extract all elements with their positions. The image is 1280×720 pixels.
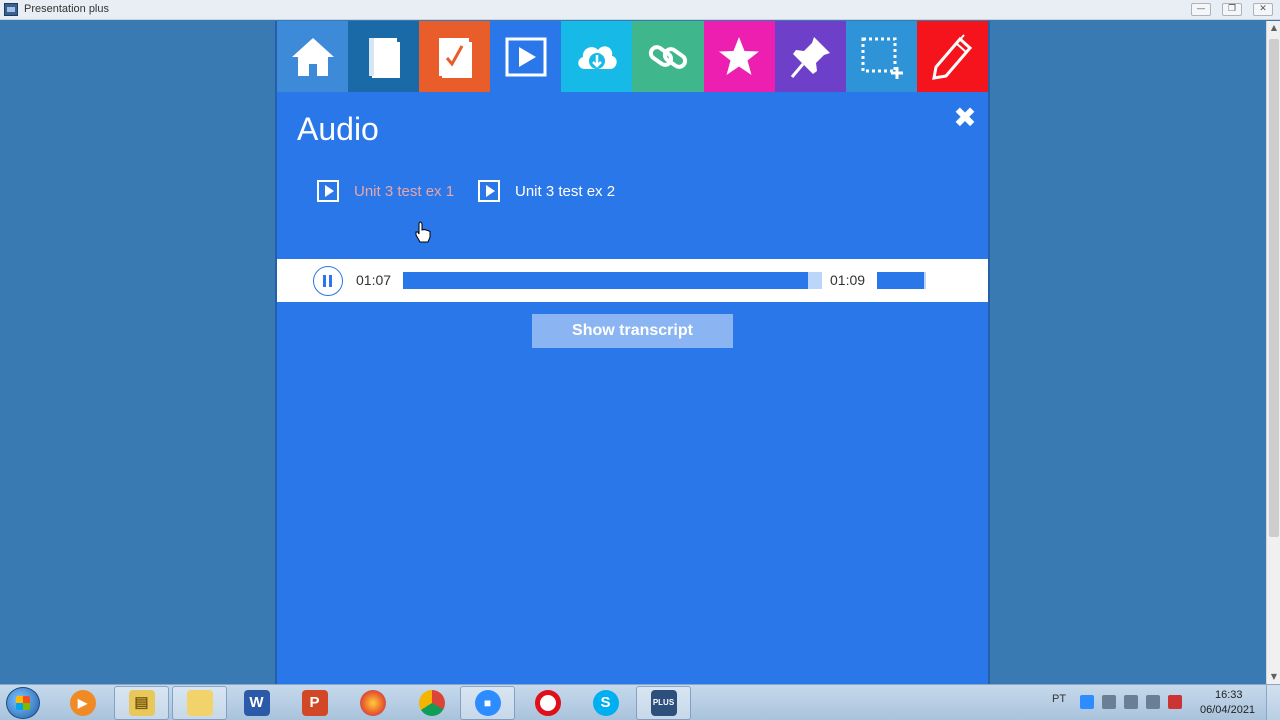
audio-player: 01:07 01:09 xyxy=(277,259,988,302)
hand-cursor-icon xyxy=(415,221,431,243)
close-audio-icon[interactable]: ✖ xyxy=(950,103,980,133)
chrome-icon xyxy=(418,690,445,716)
maximize-button[interactable]: ❐ xyxy=(1222,3,1242,16)
track-label[interactable]: Unit 3 test ex 1 xyxy=(354,180,464,203)
window-title: Presentation plus xyxy=(24,3,109,15)
track-label[interactable]: Unit 3 test ex 2 xyxy=(515,180,625,203)
clock-time[interactable]: 16:33 xyxy=(1215,689,1243,701)
track-unit3-ex2[interactable]: Unit 3 test ex 2 xyxy=(478,180,625,203)
system-tray xyxy=(1080,695,1182,709)
close-window-button[interactable]: ✕ xyxy=(1253,3,1273,16)
toolbar-book[interactable] xyxy=(348,21,420,92)
vertical-scrollbar[interactable]: ▲ ▼ xyxy=(1266,21,1280,684)
toolbar-test[interactable] xyxy=(419,21,491,92)
toolbar-pencil[interactable] xyxy=(916,21,988,92)
app-icon xyxy=(4,3,18,16)
taskbar-file-explorer[interactable]: ▤ xyxy=(114,686,169,720)
zoom-tray-icon[interactable] xyxy=(1080,695,1094,709)
taskbar: ▶ ▤ W P ■ S PLUS PT 16:33 06/04/2021 xyxy=(0,684,1280,720)
play-video-icon xyxy=(505,37,547,76)
pencil-icon xyxy=(932,33,973,80)
home-icon xyxy=(291,37,334,76)
toolbar xyxy=(277,21,988,92)
volume-fill xyxy=(877,272,924,289)
word-icon: W xyxy=(243,690,270,716)
current-time: 01:07 xyxy=(356,272,392,288)
taskbar-presentation-plus[interactable]: PLUS xyxy=(636,686,691,720)
toolbar-pin[interactable] xyxy=(774,21,846,92)
link-icon xyxy=(648,44,688,69)
toolbar-select[interactable] xyxy=(845,21,917,92)
show-transcript-button[interactable]: Show transcript xyxy=(532,314,733,348)
opera-icon xyxy=(534,690,561,716)
folder-icon xyxy=(186,690,213,716)
taskbar-chrome[interactable] xyxy=(404,686,459,720)
taskbar-word[interactable]: W xyxy=(229,686,284,720)
audio-title: Audio xyxy=(297,111,379,147)
taskbar-media-player[interactable]: ▶ xyxy=(55,686,110,720)
pause-icon[interactable] xyxy=(313,266,343,296)
pin-icon xyxy=(791,36,831,78)
file-explorer-icon: ▤ xyxy=(128,690,155,716)
taskbar-powerpoint[interactable]: P xyxy=(287,686,342,720)
taskbar-zoom[interactable]: ■ xyxy=(460,686,515,720)
play-icon[interactable] xyxy=(478,180,500,202)
volume-icon[interactable] xyxy=(1102,695,1116,709)
taskbar-firefox[interactable] xyxy=(345,686,400,720)
app-panel: Audio ✖ Unit 3 test ex 1 Unit 3 test ex … xyxy=(275,21,990,684)
scroll-down-arrow-icon[interactable]: ▼ xyxy=(1267,670,1280,684)
test-paper-icon xyxy=(438,37,472,78)
presentation-plus-icon: PLUS xyxy=(650,690,677,716)
toolbar-home[interactable] xyxy=(277,21,349,92)
start-button[interactable] xyxy=(6,687,40,719)
scroll-thumb[interactable] xyxy=(1269,39,1279,537)
book-icon xyxy=(368,37,400,78)
media-player-icon: ▶ xyxy=(69,690,96,716)
toolbar-download[interactable] xyxy=(561,21,633,92)
progress-bar[interactable] xyxy=(403,272,822,289)
taskbar-folder[interactable] xyxy=(172,686,227,720)
star-icon xyxy=(719,36,760,75)
play-icon[interactable] xyxy=(317,180,339,202)
action-center-icon[interactable] xyxy=(1168,695,1182,709)
powerpoint-icon: P xyxy=(301,690,328,716)
toolbar-play[interactable] xyxy=(490,21,562,92)
clock-date[interactable]: 06/04/2021 xyxy=(1200,704,1255,716)
total-time: 01:09 xyxy=(830,272,866,288)
zoom-icon: ■ xyxy=(474,690,501,716)
usb-icon[interactable] xyxy=(1124,695,1138,709)
scroll-up-arrow-icon[interactable]: ▲ xyxy=(1267,21,1280,35)
toolbar-link[interactable] xyxy=(632,21,704,92)
taskbar-opera[interactable] xyxy=(520,686,575,720)
title-bar: Presentation plus — ❐ ✕ xyxy=(0,0,1280,20)
track-unit3-ex1[interactable]: Unit 3 test ex 1 xyxy=(317,180,464,203)
taskbar-skype[interactable]: S xyxy=(578,686,633,720)
language-indicator[interactable]: PT xyxy=(1052,693,1066,705)
select-area-icon xyxy=(861,37,904,79)
show-desktop-button[interactable] xyxy=(1266,685,1280,720)
toolbar-star[interactable] xyxy=(703,21,775,92)
progress-fill xyxy=(403,272,809,289)
volume-slider[interactable] xyxy=(877,272,926,289)
cloud-download-icon xyxy=(578,45,617,69)
firefox-icon xyxy=(359,690,386,716)
skype-icon: S xyxy=(592,690,619,716)
network-icon[interactable] xyxy=(1146,695,1160,709)
minimize-button[interactable]: — xyxy=(1191,3,1211,16)
